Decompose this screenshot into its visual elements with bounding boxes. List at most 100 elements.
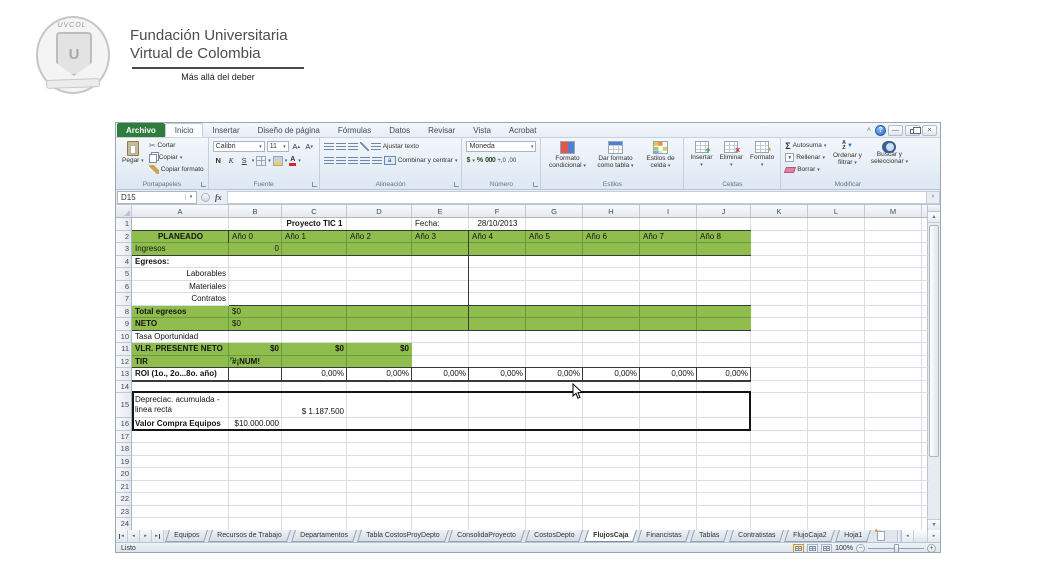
insert-worksheet-icon[interactable]	[874, 530, 888, 542]
insert-function-icon[interactable]	[201, 193, 210, 202]
row-header-2[interactable]: 2	[116, 231, 131, 244]
sheet-tab-flujocaja2[interactable]: FlujoCaja2	[784, 530, 835, 542]
cell-A6[interactable]: Materiales	[132, 281, 229, 294]
increase-decimal-icon[interactable]: +,0	[497, 158, 506, 164]
cell-A4[interactable]: Egresos:	[132, 256, 229, 269]
cell-E2[interactable]: Año 3	[412, 231, 469, 244]
cell-J2[interactable]: Año 8	[697, 231, 751, 244]
row-header-4[interactable]: 4	[116, 256, 131, 269]
col-header-A[interactable]: A	[132, 205, 229, 217]
row-header-14[interactable]: 14	[116, 381, 131, 394]
prev-sheet-icon[interactable]: ◂	[128, 530, 140, 542]
zoom-out-icon[interactable]: −	[856, 544, 865, 553]
sheet-tab-tablas[interactable]: Tablas	[690, 530, 728, 542]
row-header-20[interactable]: 20	[116, 468, 131, 481]
grow-font-icon[interactable]: A▴	[291, 141, 302, 152]
select-all-corner[interactable]	[116, 205, 132, 217]
cell-F2[interactable]: Año 4	[469, 231, 526, 244]
horizontal-scrollbar-thumb[interactable]	[914, 530, 928, 542]
cell-A11[interactable]: VLR. PRESENTE NETO	[132, 343, 229, 356]
sheet-tab-departamentos[interactable]: Departamentos	[291, 530, 357, 542]
italic-button[interactable]: K	[226, 155, 237, 166]
row-header-11[interactable]: 11	[116, 343, 131, 356]
ribbon-tab-insertar[interactable]: Insertar	[203, 123, 248, 137]
shrink-font-icon[interactable]: A▾	[304, 141, 315, 152]
row-header-7[interactable]: 7	[116, 293, 131, 306]
row-header-1[interactable]: 1	[116, 218, 131, 231]
close-icon[interactable]: ×	[922, 125, 937, 136]
horizontal-scrollbar[interactable]: ◂ ▸	[901, 530, 940, 542]
cell-A2[interactable]: PLANEADO	[132, 231, 229, 244]
ribbon-tab-inicio[interactable]: Inicio	[165, 123, 204, 137]
row-header-3[interactable]: 3	[116, 243, 131, 256]
cell-D11[interactable]: $0	[347, 343, 412, 356]
col-header-B[interactable]: B	[229, 205, 282, 217]
row-header-6[interactable]: 6	[116, 281, 131, 294]
cell-C2[interactable]: Año 1	[282, 231, 347, 244]
view-page-layout-icon[interactable]	[807, 544, 818, 553]
row-header-17[interactable]: 17	[116, 431, 131, 444]
merge-center-button[interactable]: aCombinar y centrar▾	[384, 155, 458, 166]
cell-A10[interactable]: Tasa Oportunidad	[132, 331, 229, 344]
col-header-I[interactable]: I	[640, 205, 697, 217]
row-header-21[interactable]: 21	[116, 481, 131, 494]
row-header-12[interactable]: 12	[116, 356, 131, 369]
fx-icon[interactable]: fx	[214, 193, 227, 202]
scroll-down-icon[interactable]: ▼	[928, 519, 940, 530]
underline-button[interactable]: S	[239, 155, 250, 166]
next-sheet-icon[interactable]: ▸	[140, 530, 152, 542]
cell-H2[interactable]: Año 6	[583, 231, 640, 244]
font-size-select[interactable]: 11▾	[267, 141, 289, 152]
sheet-tab-consolidaproyecto[interactable]: ConsolidaProyecto	[448, 530, 525, 542]
name-box[interactable]: D15 ▾	[117, 191, 197, 204]
zoom-in-icon[interactable]: +	[927, 544, 936, 553]
conditional-formatting-button[interactable]: Formato condicional ▾	[545, 140, 589, 171]
formula-input[interactable]	[227, 191, 926, 204]
paste-button[interactable]: Pegar ▾	[120, 140, 146, 166]
fill-color-icon[interactable]	[273, 156, 283, 166]
col-header-F[interactable]: F	[469, 205, 526, 217]
comma-format-icon[interactable]: 000	[485, 157, 495, 164]
collapse-ribbon-icon[interactable]: ˄	[865, 127, 873, 134]
sheet-tab-contratistas[interactable]: Contratistas	[729, 530, 784, 542]
sheet-tab-recursos-de-trabajo[interactable]: Recursos de Trabajo	[208, 530, 290, 542]
row-header-23[interactable]: 23	[116, 506, 131, 519]
view-normal-icon[interactable]	[793, 544, 804, 553]
borders-icon[interactable]	[256, 156, 266, 166]
scrollbar-split-handle[interactable]	[928, 205, 940, 212]
ribbon-tab-revisar[interactable]: Revisar	[419, 123, 464, 137]
col-header-H[interactable]: H	[583, 205, 640, 217]
delete-cells-button[interactable]: Eliminar▾	[718, 140, 745, 170]
row-header-24[interactable]: 24	[116, 518, 131, 530]
cell-B8[interactable]: $0	[229, 306, 282, 319]
row-header-22[interactable]: 22	[116, 493, 131, 506]
align-bottom-icon[interactable]	[348, 143, 358, 151]
currency-format-icon[interactable]: $	[466, 157, 470, 164]
find-select-button[interactable]: Buscar y seleccionar ▾	[868, 140, 910, 167]
zoom-slider[interactable]	[868, 548, 924, 549]
expand-formula-bar-icon[interactable]: ˅	[926, 191, 940, 204]
scroll-left-icon[interactable]: ◂	[902, 530, 914, 542]
cell-A8[interactable]: Total egresos	[132, 306, 229, 319]
cell-G2[interactable]: Año 5	[526, 231, 583, 244]
align-middle-icon[interactable]	[336, 143, 346, 151]
cell-C11[interactable]: $0	[282, 343, 347, 356]
row-header-18[interactable]: 18	[116, 443, 131, 456]
row-header-15[interactable]: 15	[116, 393, 131, 418]
help-icon[interactable]: ?	[875, 125, 886, 136]
align-center-icon[interactable]	[336, 157, 346, 165]
col-header-K[interactable]: K	[751, 205, 808, 217]
row-header-8[interactable]: 8	[116, 306, 131, 319]
number-format-select[interactable]: Moneda▾	[466, 141, 536, 152]
view-page-break-icon[interactable]	[821, 544, 832, 553]
sheet-tab-flujoscaja[interactable]: FlujosCaja	[584, 530, 637, 542]
row-header-16[interactable]: 16	[116, 418, 131, 431]
col-header-G[interactable]: G	[526, 205, 583, 217]
cut-button[interactable]: ✂Cortar	[149, 140, 204, 151]
col-header-C[interactable]: C	[282, 205, 347, 217]
name-box-dropdown-icon[interactable]: ▾	[185, 194, 196, 200]
row-header-9[interactable]: 9	[116, 318, 131, 331]
ribbon-tab-fórmulas[interactable]: Fórmulas	[329, 123, 380, 137]
cell-A7[interactable]: Contratos	[132, 293, 229, 306]
align-left-icon[interactable]	[324, 157, 334, 165]
